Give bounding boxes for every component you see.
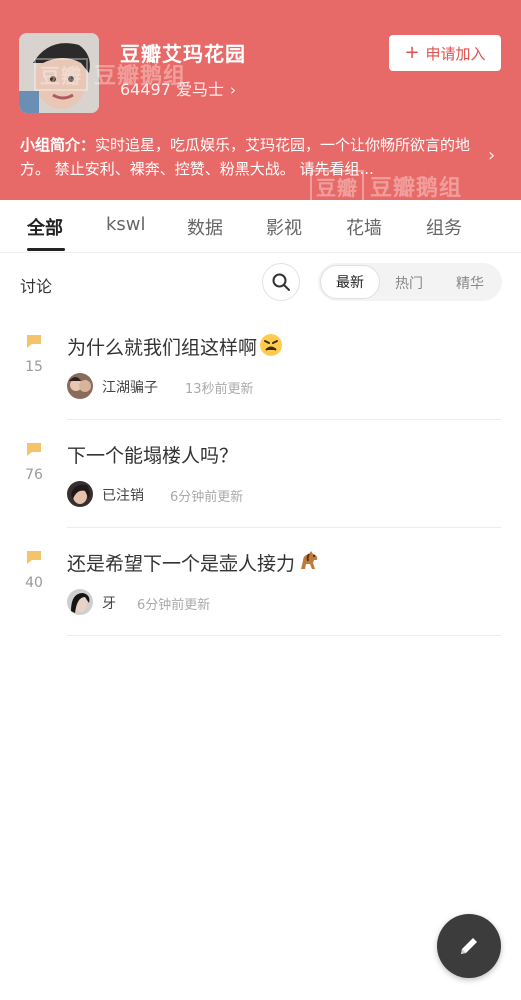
douban-watermark: 豆瓣 豆瓣鹅组 [310,170,462,200]
chevron-right-icon: › [230,81,236,99]
post-title-text: 还是希望下一个是壶人接力 [67,553,296,575]
tab-data[interactable]: 数据 [187,214,223,240]
tab-film[interactable]: 影视 [266,214,302,240]
reply-count: 76 [25,467,43,483]
post-title[interactable]: 还是希望下一个是壶人接力 [67,549,321,576]
sort-featured[interactable]: 精华 [456,273,484,293]
douban-watermark: 豆瓣 豆瓣鹅组 [34,58,186,91]
divider [67,635,501,636]
compose-button[interactable] [437,914,501,978]
plus-icon: + [404,42,420,63]
watermark-logo-box: 豆瓣 [310,170,364,200]
active-tab-indicator [27,248,65,251]
discussion-label: 讨论 [20,277,53,296]
avatar[interactable] [67,373,93,399]
post-title[interactable]: 下一个能塌楼人吗？ [67,441,238,468]
pencil-icon [461,938,477,954]
tab-group-affairs[interactable]: 组务 [426,214,462,240]
sort-toggle: 最新 热门 精华 [318,263,502,301]
group-header: 豆瓣艾玛花园 64497 爱马士 › + 申请加入 小组简介：实时追星，吃瓜娱乐，… [0,0,521,200]
avatar[interactable] [67,481,93,507]
comment-bubble-icon [27,551,41,564]
post-title-text: 为什么就我们组这样啊 [67,337,258,359]
join-group-label: 申请加入 [425,44,486,63]
category-tabs: 全部 kswl 数据 影视 花墙 组务 [0,200,521,253]
avatar[interactable] [67,589,93,615]
angry-face-icon [260,334,283,356]
tab-kswl[interactable]: kswl [106,214,146,235]
author-name[interactable]: 江湖骗子 [102,377,158,397]
watermark-text: 豆瓣鹅组 [94,64,187,89]
watermark-text: 豆瓣鹅组 [370,176,463,200]
comment-bubble-icon [27,443,41,456]
update-time: 6分钟前更新 [170,490,244,505]
intro-label: 小组简介： [20,136,96,154]
join-group-button[interactable]: + 申请加入 [389,35,501,71]
reply-count: 40 [25,575,43,591]
search-icon [272,273,290,291]
author-name[interactable]: 牙 [102,593,116,613]
discussion-filter-bar: 讨论 最新 热门 精华 [0,255,521,310]
reply-count: 15 [25,359,43,375]
author-name[interactable]: 已注销 [102,485,144,505]
horse-icon [301,551,318,569]
intro-chevron-right-icon[interactable]: › [488,145,495,166]
post-title[interactable]: 为什么就我们组这样啊 [67,333,283,360]
tab-all[interactable]: 全部 [27,214,63,240]
divider [67,419,501,420]
tab-flower-wall[interactable]: 花墙 [346,214,382,240]
update-time: 6分钟前更新 [137,598,211,613]
divider [67,527,501,528]
update-time: 13秒前更新 [185,382,254,397]
sort-hot[interactable]: 热门 [395,273,423,293]
list-item[interactable]: 15 为什么就我们组这样啊 江湖骗子 13秒前更新 [0,333,521,441]
watermark-logo-box: 豆瓣 [34,58,88,91]
search-button[interactable] [262,263,300,301]
comment-bubble-icon [27,335,41,348]
list-item[interactable]: 76 下一个能塌楼人吗？ 已注销 6分钟前更新 [0,441,521,549]
list-item[interactable]: 40 还是希望下一个是壶人接力 牙 6分钟前更新 [0,549,521,657]
sort-latest[interactable]: 最新 [320,265,380,299]
